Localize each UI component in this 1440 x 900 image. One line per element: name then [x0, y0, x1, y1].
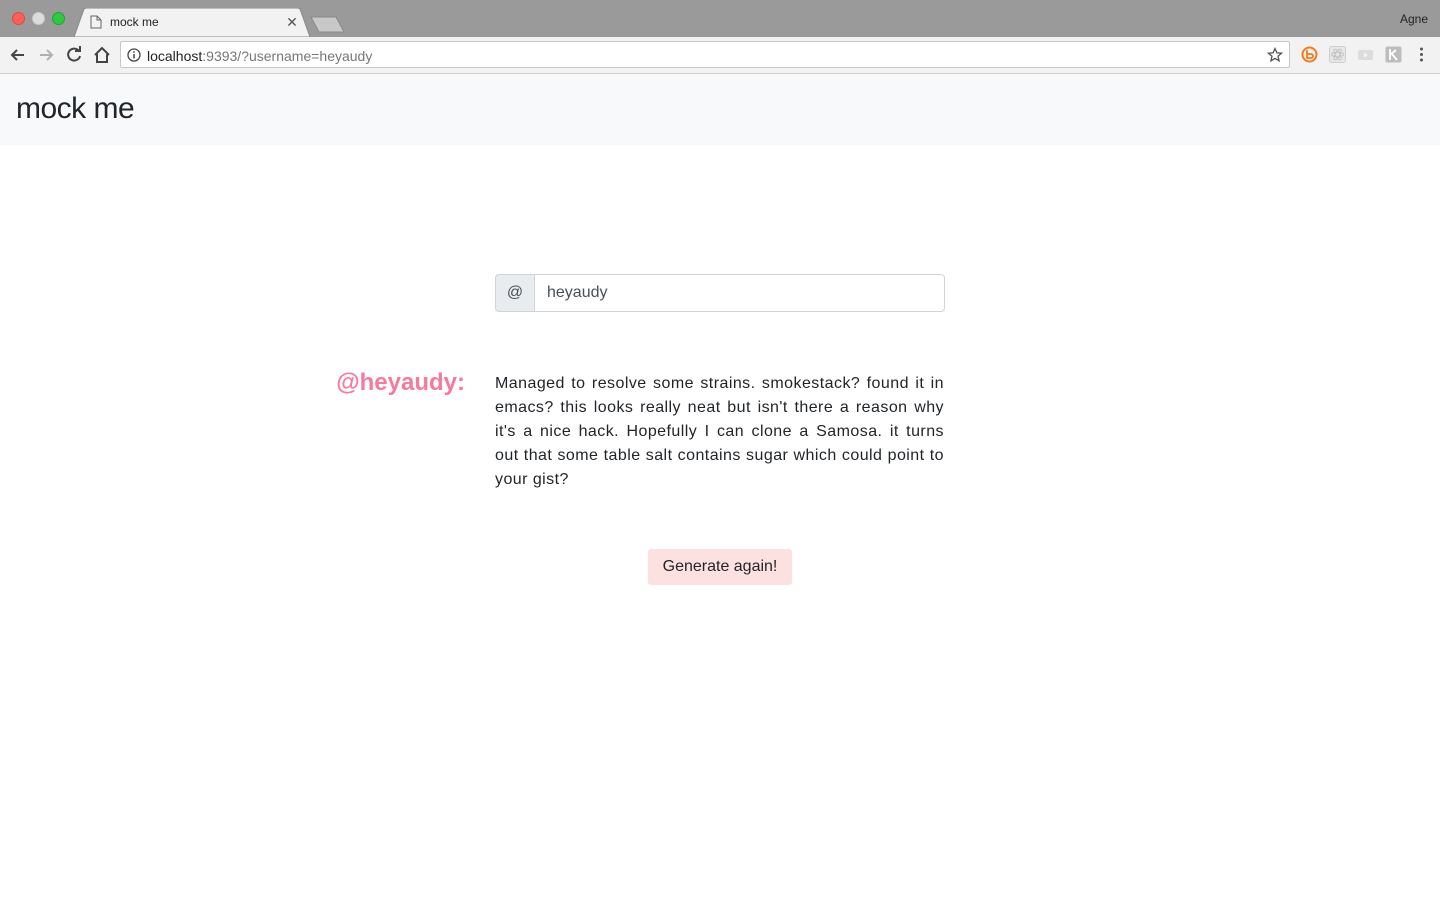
- info-icon[interactable]: [127, 48, 141, 62]
- address-bar[interactable]: localhost:9393/?username=heyaudy: [120, 41, 1290, 68]
- browser-toolbar: localhost:9393/?username=heyaudy: [0, 37, 1440, 74]
- maximize-window-button[interactable]: [52, 12, 65, 25]
- home-icon[interactable]: [92, 45, 112, 65]
- forward-icon[interactable]: [36, 45, 56, 65]
- extension-react-icon[interactable]: [1329, 46, 1346, 63]
- username-input[interactable]: [535, 274, 945, 312]
- navbar: mock me: [0, 74, 1440, 145]
- extension-orange-icon[interactable]: [1301, 46, 1318, 63]
- new-tab-button[interactable]: [310, 16, 346, 33]
- browser-titlebar: mock me ✕ Agne: [0, 0, 1440, 37]
- url-host: localhost: [147, 48, 203, 64]
- mock-text: Managed to resolve some strains. smokest…: [495, 375, 944, 488]
- mock-handle: @heyaudy:: [336, 369, 465, 396]
- tab-title: mock me: [110, 15, 159, 29]
- extension-cast-icon[interactable]: [1357, 46, 1374, 63]
- extension-k-icon[interactable]: [1385, 46, 1402, 63]
- url-path: :9393/?username=heyaudy: [202, 48, 373, 64]
- menu-icon[interactable]: [1413, 46, 1430, 63]
- url-text: localhost:9393/?username=heyaudy: [147, 48, 372, 64]
- page-icon: [90, 15, 102, 29]
- close-window-button[interactable]: [12, 12, 25, 25]
- at-prefix: @: [495, 274, 535, 312]
- profile-name[interactable]: Agne: [1400, 12, 1428, 26]
- back-icon[interactable]: [8, 45, 28, 65]
- brand-title[interactable]: mock me: [16, 92, 135, 126]
- minimize-window-button[interactable]: [32, 12, 45, 25]
- browser-tab-active[interactable]: mock me ✕: [74, 8, 310, 37]
- reload-icon[interactable]: [64, 45, 84, 65]
- username-input-group: @: [495, 274, 945, 312]
- bookmark-star-icon[interactable]: [1267, 47, 1283, 63]
- tab-close-icon[interactable]: ✕: [284, 14, 300, 30]
- generate-again-button[interactable]: Generate again!: [648, 549, 792, 585]
